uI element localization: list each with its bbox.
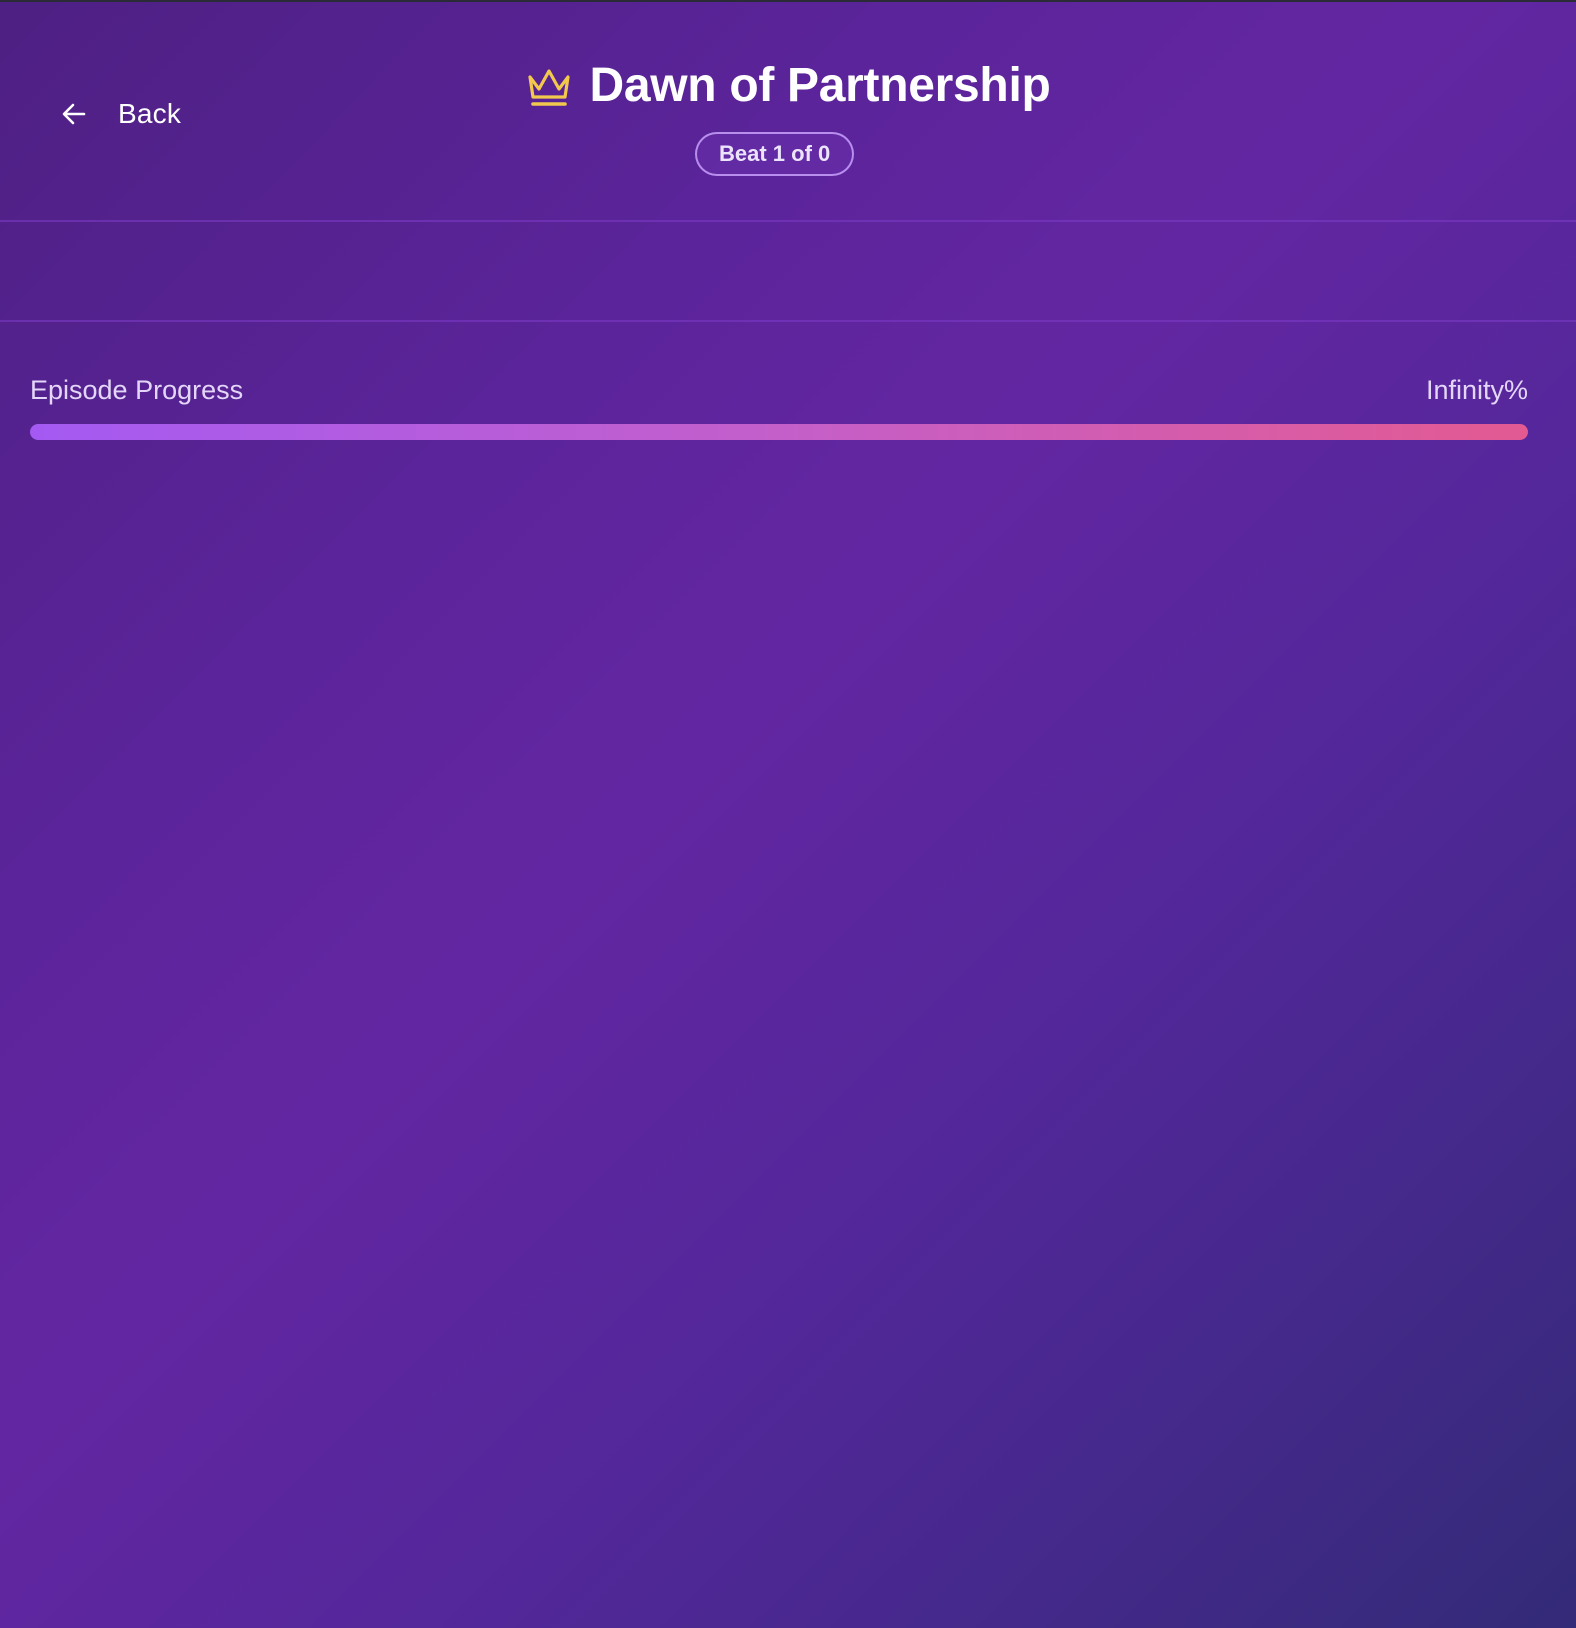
beat-counter-badge: Beat 1 of 0 — [695, 132, 855, 176]
progress-label: Episode Progress — [30, 374, 244, 405]
page-title: Dawn of Partnership — [589, 59, 1051, 112]
beat-content-area — [0, 224, 1576, 322]
episode-header: Back Dawn of Partnership Beat 1 of 0 — [0, 2, 1576, 222]
title-row: Dawn of Partnership — [0, 54, 1576, 118]
episode-progress: Episode Progress Infinity% — [30, 372, 1528, 440]
progress-bar-track — [30, 424, 1528, 440]
crown-icon — [528, 69, 571, 106]
progress-bar-fill — [30, 424, 1528, 440]
progress-value: Infinity% — [1425, 374, 1528, 405]
